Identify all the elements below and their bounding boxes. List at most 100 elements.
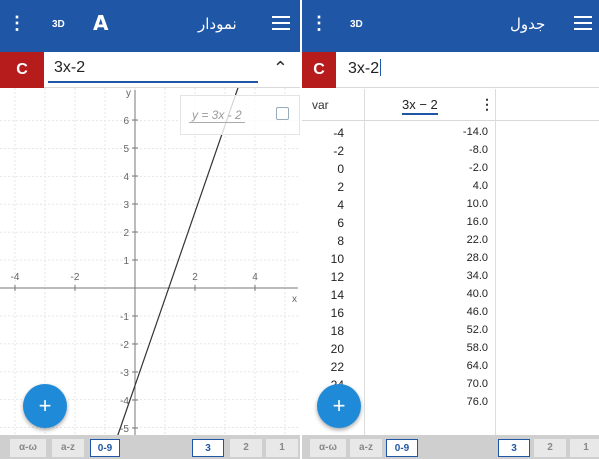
cell-value: -14.0 bbox=[462, 126, 488, 138]
text-tool-icon[interactable]: A bbox=[93, 12, 108, 34]
cell-value: 58.0 bbox=[466, 342, 488, 354]
view-3d-button[interactable]: 3D bbox=[350, 19, 363, 30]
table-row[interactable]: 16 46.0 bbox=[302, 303, 599, 321]
x-tick-label: 4 bbox=[252, 272, 258, 283]
cell-var[interactable]: 14 bbox=[304, 288, 344, 302]
table-keyboard-bar: α-ω a-z 0-9 3 2 1 bbox=[302, 435, 599, 459]
kbd-key-1[interactable]: 1 bbox=[570, 439, 599, 457]
kbd-key-2[interactable]: 2 bbox=[230, 439, 262, 457]
cell-value: 46.0 bbox=[466, 306, 488, 318]
x-tick-label: -4 bbox=[11, 272, 20, 283]
table-row[interactable]: 18 52.0 bbox=[302, 321, 599, 339]
graph-title: نمودار bbox=[198, 15, 237, 33]
text-cursor bbox=[380, 59, 382, 76]
y-tick-label: 3 bbox=[123, 200, 129, 211]
expression-underline bbox=[48, 81, 258, 83]
input-prefix-badge[interactable]: C bbox=[0, 52, 44, 88]
kbd-tab-greek[interactable]: α-ω bbox=[310, 439, 346, 457]
table-row[interactable]: 4 10.0 bbox=[302, 195, 599, 213]
cell-var[interactable]: -2 bbox=[304, 144, 344, 158]
cell-var[interactable]: 12 bbox=[304, 270, 344, 284]
cell-var[interactable]: 8 bbox=[304, 234, 344, 248]
function-legend: y = 3x - 2 bbox=[180, 95, 300, 135]
x-tick-label: 2 bbox=[192, 272, 198, 283]
column-header-var: var bbox=[312, 98, 329, 112]
kbd-tab-greek[interactable]: α-ω bbox=[10, 439, 46, 457]
kbd-key-2[interactable]: 2 bbox=[534, 439, 566, 457]
cell-var[interactable]: 0 bbox=[304, 162, 344, 176]
kbd-tab-numbers[interactable]: 0-9 bbox=[90, 439, 120, 457]
table-row[interactable]: 0 -2.0 bbox=[302, 159, 599, 177]
cell-value: -2.0 bbox=[469, 162, 488, 174]
table-header: var 3x − 2 ⋮ bbox=[302, 89, 599, 121]
kbd-key-3[interactable]: 3 bbox=[192, 439, 224, 457]
table-pane: ⋮ 3D جدول C 3x-2 var 3x − 2 ⋮ -4 -14.0 -2-… bbox=[302, 0, 599, 459]
function-line[interactable] bbox=[111, 81, 241, 453]
y-tick-label: 1 bbox=[123, 256, 129, 267]
cell-var[interactable]: -4 bbox=[304, 126, 344, 140]
x-axis-label: x bbox=[292, 294, 297, 305]
legend-expression: y = 3x - 2 bbox=[189, 108, 245, 123]
cell-var[interactable]: 10 bbox=[304, 252, 344, 266]
kbd-key-1[interactable]: 1 bbox=[266, 439, 298, 457]
table-row[interactable]: 12 34.0 bbox=[302, 267, 599, 285]
add-fab-button[interactable]: + bbox=[23, 384, 67, 428]
table-input-row: C 3x-2 bbox=[302, 52, 599, 88]
y-tick-label: -3 bbox=[120, 368, 129, 379]
cell-value: 10.0 bbox=[466, 198, 488, 210]
column-menu-icon[interactable]: ⋮ bbox=[480, 96, 494, 113]
legend-checkbox[interactable] bbox=[276, 107, 289, 120]
kbd-tab-letters[interactable]: a-z bbox=[350, 439, 382, 457]
y-tick-label: -1 bbox=[120, 312, 129, 323]
add-fab-button[interactable]: + bbox=[317, 384, 361, 428]
cell-var[interactable]: 4 bbox=[304, 198, 344, 212]
table-row[interactable]: 8 22.0 bbox=[302, 231, 599, 249]
more-menu-icon[interactable]: ⋮ bbox=[310, 14, 328, 32]
cell-value: 4.0 bbox=[472, 180, 488, 192]
kbd-key-3[interactable]: 3 bbox=[498, 439, 530, 457]
table-row[interactable]: 2 4.0 bbox=[302, 177, 599, 195]
kbd-tab-letters[interactable]: a-z bbox=[52, 439, 84, 457]
cell-value: 64.0 bbox=[466, 360, 488, 372]
cell-value: 76.0 bbox=[466, 396, 488, 408]
y-tick-label: 6 bbox=[123, 116, 129, 127]
table-row[interactable]: -2 -8.0 bbox=[302, 141, 599, 159]
table-app-bar: ⋮ 3D جدول bbox=[302, 0, 599, 52]
hamburger-menu-icon[interactable] bbox=[574, 16, 592, 30]
table-row[interactable]: 10 28.0 bbox=[302, 249, 599, 267]
y-tick-label: -2 bbox=[120, 340, 129, 351]
y-tick-label: 2 bbox=[123, 228, 129, 239]
graph-pane: -4 -2 2 4 x y 6 5 4 3 2 1 -1 -2 -3 -4 -5 ⋮ 3D A نمودار C… bbox=[0, 0, 300, 459]
chevron-up-icon[interactable]: ⌃ bbox=[273, 58, 288, 79]
graph-expression-input[interactable]: 3x-2 bbox=[54, 59, 85, 77]
table-body: -4 -14.0 -2 -8.0 0 -2.0 2 4.0 4 10.0 6 16.0 8 22.0 10 2… bbox=[302, 123, 599, 411]
cell-value: 28.0 bbox=[466, 252, 488, 264]
cell-var[interactable]: 18 bbox=[304, 324, 344, 338]
view-3d-button[interactable]: 3D bbox=[52, 19, 65, 30]
cell-value: 40.0 bbox=[466, 288, 488, 300]
cell-value: 22.0 bbox=[466, 234, 488, 246]
graph-keyboard-bar: α-ω a-z 0-9 3 2 1 bbox=[0, 435, 300, 459]
cell-var[interactable]: 22 bbox=[304, 360, 344, 374]
cell-value: 16.0 bbox=[466, 216, 488, 228]
column-header-expression[interactable]: 3x − 2 bbox=[402, 97, 438, 115]
more-menu-icon[interactable]: ⋮ bbox=[8, 14, 26, 32]
y-axis-label: y bbox=[126, 88, 131, 99]
table-row[interactable]: 20 58.0 bbox=[302, 339, 599, 357]
x-tick-label: -2 bbox=[71, 272, 80, 283]
table-row[interactable]: -4 -14.0 bbox=[302, 123, 599, 141]
cell-var[interactable]: 2 bbox=[304, 180, 344, 194]
cell-var[interactable]: 20 bbox=[304, 342, 344, 356]
hamburger-menu-icon[interactable] bbox=[272, 16, 290, 30]
input-prefix-badge[interactable]: C bbox=[302, 52, 336, 88]
table-row[interactable]: 6 16.0 bbox=[302, 213, 599, 231]
table-expression-input[interactable]: 3x-2 bbox=[348, 59, 382, 78]
table-title: جدول bbox=[510, 15, 546, 33]
kbd-tab-numbers[interactable]: 0-9 bbox=[386, 439, 418, 457]
cell-var[interactable]: 16 bbox=[304, 306, 344, 320]
graph-app-bar: ⋮ 3D A نمودار bbox=[0, 0, 300, 52]
cell-var[interactable]: 6 bbox=[304, 216, 344, 230]
cell-value: -8.0 bbox=[469, 144, 488, 156]
table-row[interactable]: 14 40.0 bbox=[302, 285, 599, 303]
table-row[interactable]: 22 64.0 bbox=[302, 357, 599, 375]
